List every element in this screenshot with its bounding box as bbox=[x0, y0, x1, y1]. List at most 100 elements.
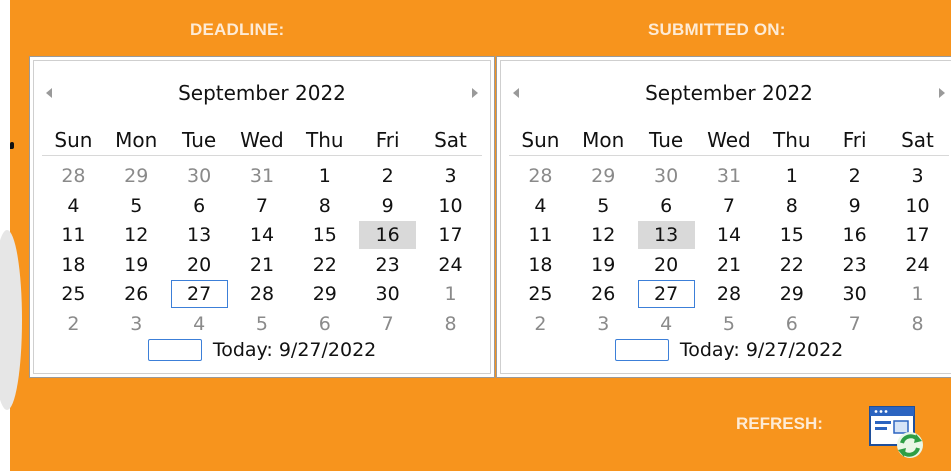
calendar-day[interactable]: 17 bbox=[422, 221, 479, 249]
calendar-day[interactable]: 19 bbox=[575, 251, 632, 279]
calendar-day[interactable]: 5 bbox=[701, 310, 758, 338]
calendar-day[interactable]: 25 bbox=[512, 280, 569, 308]
calendar-day[interactable]: 23 bbox=[826, 251, 883, 279]
calendar-day[interactable]: 28 bbox=[512, 162, 569, 190]
calendar-day[interactable]: 6 bbox=[763, 310, 820, 338]
next-month-icon[interactable] bbox=[939, 88, 945, 98]
calendar-day[interactable]: 16 bbox=[826, 221, 883, 249]
calendar-day[interactable]: 7 bbox=[826, 310, 883, 338]
calendar-day[interactable]: 30 bbox=[826, 280, 883, 308]
calendar-week-row: 28 29 30 31 1 2 3 bbox=[42, 161, 482, 191]
calendar-day[interactable]: 1 bbox=[422, 280, 479, 308]
calendar-day[interactable]: 6 bbox=[296, 310, 353, 338]
calendar-day[interactable]: 18 bbox=[45, 251, 102, 279]
calendar-day[interactable]: 29 bbox=[108, 162, 165, 190]
today-link[interactable]: Today: 9/27/2022 bbox=[497, 339, 951, 369]
calendar-day[interactable]: 4 bbox=[638, 310, 695, 338]
calendar-day[interactable]: 15 bbox=[296, 221, 353, 249]
calendar-day[interactable]: 4 bbox=[45, 192, 102, 220]
calendar-day[interactable]: 22 bbox=[296, 251, 353, 279]
today-label: Today: 9/27/2022 bbox=[212, 339, 377, 361]
calendar-day[interactable]: 12 bbox=[108, 221, 165, 249]
deadline-calendar[interactable]: September 2022 Sun Mon Tue Wed Thu Fri Sat 28 2… bbox=[29, 56, 495, 378]
calendar-day[interactable]: 3 bbox=[108, 310, 165, 338]
calendar-day[interactable]: 16 bbox=[359, 221, 417, 249]
calendar-day[interactable]: 29 bbox=[296, 280, 353, 308]
calendar-day[interactable]: 5 bbox=[575, 192, 632, 220]
calendar-day[interactable]: 12 bbox=[575, 221, 632, 249]
calendar-day[interactable]: 25 bbox=[45, 280, 102, 308]
calendar-day[interactable]: 26 bbox=[108, 280, 165, 308]
calendar-day[interactable]: 5 bbox=[234, 310, 291, 338]
calendar-day[interactable]: 2 bbox=[826, 162, 883, 190]
refresh-button[interactable] bbox=[866, 403, 930, 463]
calendar-day[interactable]: 21 bbox=[234, 251, 291, 279]
calendar-day[interactable]: 14 bbox=[234, 221, 291, 249]
calendar-day[interactable]: 17 bbox=[889, 221, 946, 249]
calendar-day[interactable]: 1 bbox=[889, 280, 946, 308]
calendar-day[interactable]: 1 bbox=[763, 162, 820, 190]
calendar-day[interactable]: 4 bbox=[171, 310, 228, 338]
calendar-day[interactable]: 8 bbox=[422, 310, 479, 338]
calendar-day[interactable]: 22 bbox=[763, 251, 820, 279]
calendar-day[interactable]: 27 bbox=[637, 280, 695, 308]
month-title[interactable]: September 2022 bbox=[30, 81, 494, 105]
calendar-day[interactable]: 31 bbox=[234, 162, 291, 190]
calendar-week-row: 4 5 6 7 8 9 10 bbox=[509, 191, 949, 221]
next-month-icon[interactable] bbox=[472, 88, 478, 98]
calendar-day[interactable]: 1 bbox=[296, 162, 353, 190]
calendar-day[interactable]: 7 bbox=[234, 192, 291, 220]
calendar-day[interactable]: 29 bbox=[575, 162, 632, 190]
calendar-day[interactable]: 29 bbox=[763, 280, 820, 308]
calendar-day[interactable]: 23 bbox=[359, 251, 416, 279]
calendar-day[interactable]: 6 bbox=[638, 192, 695, 220]
calendar-day[interactable]: 28 bbox=[45, 162, 102, 190]
submitted-on-calendar[interactable]: September 2022 Sun Mon Tue Wed Thu Fri Sat 28 2… bbox=[496, 56, 951, 378]
calendar-day[interactable]: 13 bbox=[171, 221, 228, 249]
calendar-day[interactable]: 10 bbox=[422, 192, 479, 220]
calendar-week-row: 11 12 13 14 15 16 17 bbox=[42, 220, 482, 250]
calendar-day[interactable]: 21 bbox=[701, 251, 758, 279]
calendar-day[interactable]: 3 bbox=[889, 162, 946, 190]
calendar-day[interactable]: 30 bbox=[171, 162, 228, 190]
calendar-day[interactable]: 30 bbox=[359, 280, 416, 308]
calendar-day[interactable]: 4 bbox=[512, 192, 569, 220]
calendar-day[interactable]: 20 bbox=[171, 251, 228, 279]
calendar-day[interactable]: 5 bbox=[108, 192, 165, 220]
calendar-day[interactable]: 28 bbox=[701, 280, 758, 308]
calendar-day[interactable]: 3 bbox=[422, 162, 479, 190]
calendar-day[interactable]: 19 bbox=[108, 251, 165, 279]
day-of-week-wed: Wed bbox=[240, 128, 284, 152]
calendar-day[interactable]: 15 bbox=[763, 221, 820, 249]
calendar-day[interactable]: 20 bbox=[638, 251, 695, 279]
calendar-day[interactable]: 9 bbox=[359, 192, 416, 220]
calendar-day[interactable]: 18 bbox=[512, 251, 569, 279]
month-title[interactable]: September 2022 bbox=[497, 81, 951, 105]
calendar-day[interactable]: 26 bbox=[575, 280, 632, 308]
calendar-day[interactable]: 2 bbox=[45, 310, 102, 338]
calendar-day[interactable]: 24 bbox=[889, 251, 946, 279]
calendar-day[interactable]: 24 bbox=[422, 251, 479, 279]
calendar-day[interactable]: 8 bbox=[296, 192, 353, 220]
calendar-day[interactable]: 30 bbox=[638, 162, 695, 190]
day-of-week-wed: Wed bbox=[707, 128, 751, 152]
calendar-day[interactable]: 28 bbox=[234, 280, 291, 308]
day-of-week-header: Sun Mon Tue Wed Thu Fri Sat bbox=[509, 125, 949, 156]
today-link[interactable]: Today: 9/27/2022 bbox=[30, 339, 494, 369]
calendar-day[interactable]: 11 bbox=[45, 221, 102, 249]
calendar-day[interactable]: 6 bbox=[171, 192, 228, 220]
calendar-day[interactable]: 2 bbox=[512, 310, 569, 338]
calendar-day[interactable]: 31 bbox=[701, 162, 758, 190]
calendar-day[interactable]: 27 bbox=[170, 280, 228, 308]
calendar-day[interactable]: 7 bbox=[359, 310, 416, 338]
calendar-day[interactable]: 8 bbox=[889, 310, 946, 338]
calendar-day[interactable]: 10 bbox=[889, 192, 946, 220]
calendar-day[interactable]: 3 bbox=[575, 310, 632, 338]
calendar-day[interactable]: 13 bbox=[637, 221, 695, 249]
calendar-day[interactable]: 14 bbox=[701, 221, 758, 249]
calendar-day[interactable]: 2 bbox=[359, 162, 416, 190]
calendar-day[interactable]: 11 bbox=[512, 221, 569, 249]
calendar-day[interactable]: 8 bbox=[763, 192, 820, 220]
calendar-day[interactable]: 9 bbox=[826, 192, 883, 220]
calendar-day[interactable]: 7 bbox=[701, 192, 758, 220]
